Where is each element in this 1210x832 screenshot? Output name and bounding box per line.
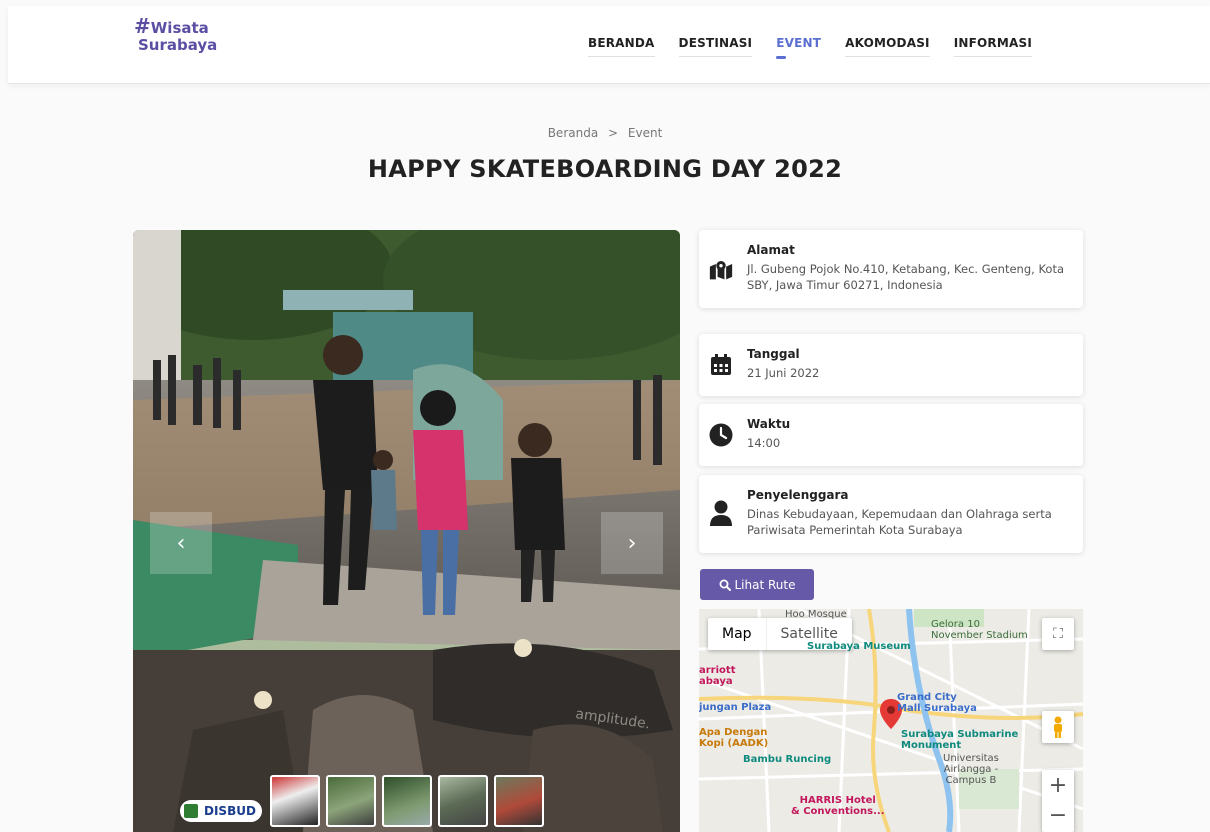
nav-item-event[interactable]: EVENT: [776, 36, 821, 59]
thumbnail-3[interactable]: [382, 775, 432, 827]
fullscreen-button[interactable]: ⛶: [1042, 618, 1074, 650]
thumbnail-1[interactable]: [270, 775, 320, 827]
nav-item-akomodasi[interactable]: AKOMODASI: [845, 36, 930, 57]
map-label-bambu-runcing: Bambu Runcing: [743, 754, 832, 765]
map-label-museum: Surabaya Museum: [807, 641, 911, 652]
breadcrumb-home[interactable]: Beranda: [548, 126, 598, 140]
thumbnail-2[interactable]: [326, 775, 376, 827]
map-type-map-button[interactable]: Map: [708, 618, 766, 650]
page-title: HAPPY SKATEBOARDING DAY 2022: [367, 155, 843, 183]
address-card: Alamat Jl. Gubeng Pojok No.410, Ketabang…: [699, 230, 1083, 308]
user-icon: [709, 500, 733, 526]
navbar: #Wisata Surabaya BERANDA DESTINASI EVENT…: [8, 6, 1210, 84]
map-label-grand-city: Grand City Mall Surabaya: [897, 692, 977, 714]
address-label: Alamat: [747, 243, 795, 257]
breadcrumb-separator: >: [608, 126, 619, 140]
street-view-button[interactable]: [1042, 711, 1074, 743]
location-map[interactable]: Map Satellite ⛶ + − Hoo Mosque Gelora 10…: [699, 609, 1083, 832]
clock-icon: [709, 423, 733, 447]
map-label-harris: HARRIS Hotel & Conventions...: [791, 795, 885, 817]
organizer-card: Penyelenggara Dinas Kebudayaan, Kepemuda…: [699, 475, 1083, 553]
time-value: 14:00: [747, 436, 781, 450]
chevron-left-icon: ‹: [176, 530, 186, 556]
thumbnail-strip: [270, 775, 544, 827]
thumbnail-5[interactable]: [494, 775, 544, 827]
map-label-marriott: arriott abaya: [699, 665, 736, 687]
map-label-submarine: Surabaya Submarine Monument: [901, 729, 1019, 751]
time-label: Waktu: [747, 417, 791, 431]
slider-next-button[interactable]: ›: [601, 512, 663, 574]
slider-prev-button[interactable]: ‹: [150, 512, 212, 574]
time-card: Waktu 14:00: [699, 404, 1083, 466]
date-label: Tanggal: [747, 347, 800, 361]
search-icon: [719, 579, 731, 591]
nav-item-informasi[interactable]: INFORMASI: [953, 36, 1032, 57]
map-location-icon: [709, 258, 733, 282]
breadcrumb-current: Event: [627, 126, 663, 140]
nav-item-beranda[interactable]: BERANDA: [587, 36, 655, 57]
date-value: 21 Juni 2022: [747, 366, 820, 380]
breadcrumb: Beranda > Event: [0, 126, 1210, 140]
event-photo: amplitude.: [133, 230, 680, 832]
chevron-right-icon: ›: [627, 530, 637, 556]
site-logo[interactable]: #Wisata Surabaya: [134, 16, 218, 54]
map-label-gelora: Gelora 10 November Stadium: [931, 619, 1028, 641]
zoom-controls: + −: [1042, 770, 1074, 832]
date-card: Tanggal 21 Juni 2022: [699, 334, 1083, 396]
government-seal-icon: [184, 804, 198, 818]
main-nav: BERANDA DESTINASI EVENT AKOMODASI INFORM…: [587, 36, 1032, 59]
map-label-hoo-mosque: Hoo Mosque: [785, 609, 847, 620]
logo-line2: Surabaya: [138, 36, 218, 54]
route-button[interactable]: Lihat Rute: [700, 569, 814, 600]
disbud-watermark: DISBUD: [180, 800, 262, 822]
thumbnail-4[interactable]: [438, 775, 488, 827]
zoom-in-button[interactable]: +: [1049, 771, 1067, 801]
badge-text: DISBUD: [204, 804, 256, 818]
organizer-value: Dinas Kebudayaan, Kepemudaan dan Olahrag…: [747, 507, 1052, 537]
address-value: Jl. Gubeng Pojok No.410, Ketabang, Kec. …: [747, 262, 1065, 292]
map-label-apa-dengan: Apa Dengan Kopi (AADK): [699, 727, 769, 749]
calendar-icon: [709, 353, 733, 377]
map-label-tunjungan: jungan Plaza: [699, 702, 772, 713]
zoom-out-button[interactable]: −: [1049, 801, 1067, 831]
logo-line1: Wisata: [150, 19, 209, 37]
nav-item-destinasi[interactable]: DESTINASI: [678, 36, 753, 57]
event-image-slider: amplitude. ‹ › DISBUD: [133, 230, 680, 832]
logo-hash: #: [134, 14, 151, 38]
map-label-unair: Universitas Airlangga - Campus B: [943, 753, 999, 786]
organizer-label: Penyelenggara: [747, 488, 849, 502]
pegman-icon: [1054, 716, 1062, 738]
route-button-label: Lihat Rute: [734, 577, 796, 592]
fullscreen-icon: ⛶: [1053, 626, 1063, 642]
